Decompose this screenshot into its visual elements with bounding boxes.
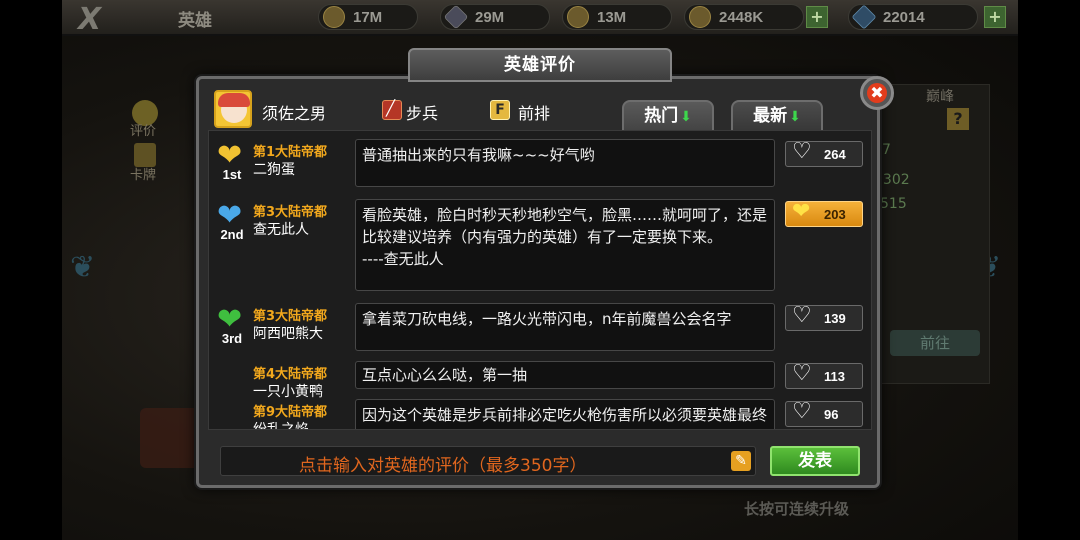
hero-avatar	[214, 90, 252, 128]
comment-user: 查无此人	[253, 222, 309, 238]
help-icon[interactable]: ?	[947, 108, 969, 130]
like-button[interactable]: ♡ 139	[785, 303, 863, 331]
hero-type-front: 前排	[518, 104, 551, 123]
back-x-icon[interactable]: X	[78, 2, 101, 37]
publish-button[interactable]: 发表	[770, 446, 860, 476]
like-button[interactable]: ❤ 203	[785, 199, 863, 227]
resource-gold: 2448K	[684, 4, 804, 30]
resource-ore: 17M	[318, 4, 418, 30]
goto-button[interactable]: 前往	[890, 330, 980, 356]
down-arrow-icon: ⬇	[789, 109, 801, 125]
review-input[interactable]: 点击输入对英雄的评价（最多350字） ✎	[220, 446, 756, 476]
diamond-icon	[851, 4, 877, 30]
front-row-icon: F	[490, 100, 510, 120]
rank-heart-icon: ❤ 3rd	[217, 302, 243, 347]
comment-user: 阿西吧熊大	[253, 326, 323, 342]
pencil-icon[interactable]: ✎	[731, 451, 751, 471]
close-icon: ✖	[867, 83, 887, 103]
ore-icon	[323, 6, 345, 28]
hero-name: 须佐之男	[262, 104, 327, 123]
heart-icon: ♡	[792, 361, 812, 386]
comment-server: 第4大陆帝都	[253, 367, 328, 382]
right-tab-label[interactable]: 巅峰	[926, 86, 954, 106]
resource-wood: 13M	[562, 4, 672, 30]
comment-server: 第9大陆帝都	[253, 405, 328, 420]
tab-hot[interactable]: 热门 ⬇	[622, 100, 714, 130]
top-title: 英雄	[178, 11, 212, 31]
side-label-card[interactable]: 卡牌	[130, 164, 156, 183]
comment-text: 普通抽出来的只有我嘛~~~好气哟	[355, 139, 775, 187]
hero-type-infantry: 步兵	[406, 104, 439, 123]
infantry-icon	[382, 99, 402, 120]
like-button[interactable]: ♡ 96	[785, 399, 863, 427]
skill-icon	[140, 408, 200, 468]
comment-server: 第1大陆帝都	[253, 145, 328, 160]
dialog-title: 英雄评价	[504, 55, 576, 75]
like-button[interactable]: ♡ 113	[785, 361, 863, 389]
heart-icon: ♡	[792, 399, 812, 424]
down-arrow-icon: ⬇	[680, 109, 692, 125]
review-input-placeholder: 点击输入对英雄的评价（最多350字）	[299, 456, 587, 476]
comment-text: 看脸英雄，脸白时秒天秒地秒空气，脸黑……就呵呵了，还是比较建议培养（内有强力的英…	[355, 199, 775, 291]
comment-text: 互点心心么么哒，第一抽	[355, 361, 775, 389]
left-arrow-icon[interactable]: ❦	[70, 250, 95, 285]
right-value-1: 7	[882, 142, 891, 158]
close-button[interactable]: ✖	[860, 76, 894, 110]
comment-server: 第3大陆帝都	[253, 309, 328, 324]
heart-icon: ♡	[792, 139, 812, 164]
heart-icon: ♡	[792, 303, 812, 328]
add-gold-button[interactable]: +	[806, 6, 828, 28]
hold-upgrade-hint: 长按可连续升级	[744, 500, 850, 518]
rank-heart-icon: ❤ 1st	[217, 138, 243, 183]
hero-info: 须佐之男 步兵 F 前排	[214, 88, 634, 132]
comment-user: 一只小黄鸭	[253, 384, 323, 400]
comment-list[interactable]: ❤ 1st 第1大陆帝都 二狗蛋 普通抽出来的只有我嘛~~~好气哟 ♡ 264 ❤ 2…	[208, 130, 872, 430]
comment-user: 二狗蛋	[253, 162, 295, 178]
gold-icon	[689, 6, 711, 28]
wood-icon	[567, 6, 589, 28]
heart-icon: ❤	[792, 199, 811, 224]
resource-gem: 29M	[440, 4, 550, 30]
rank-heart-icon: ❤ 2nd	[217, 198, 244, 243]
right-value-3: 515	[880, 196, 907, 212]
comment-server: 第3大陆帝都	[253, 205, 328, 220]
resource-diamond: 22014	[848, 4, 978, 30]
side-label-rating[interactable]: 评价	[130, 120, 156, 139]
comment-user: 纷乱之焰	[253, 422, 309, 430]
comment-text: 拿着菜刀砍电线，一路火光带闪电，n年前魔兽公会名字	[355, 303, 775, 351]
dialog-header: 英雄评价	[408, 48, 672, 82]
comment-text: 因为这个英雄是步兵前排必定吃火枪伤害所以必须要英雄最终3有火枪伤害减伤等时候才能…	[355, 399, 775, 429]
gem-icon	[443, 4, 469, 30]
like-button[interactable]: ♡ 264	[785, 139, 863, 167]
tab-latest[interactable]: 最新 ⬇	[731, 100, 823, 130]
add-diamond-button[interactable]: +	[984, 6, 1006, 28]
